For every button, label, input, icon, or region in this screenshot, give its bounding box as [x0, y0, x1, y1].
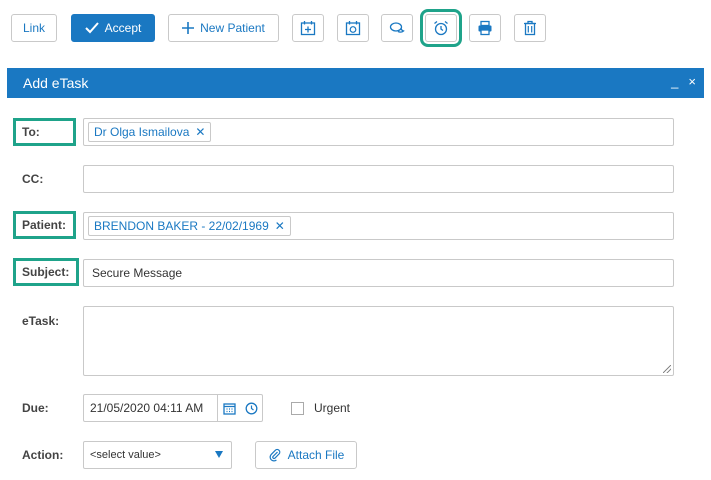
to-label-text: To: — [22, 125, 40, 139]
chat-button[interactable] — [381, 14, 413, 42]
dropdown-arrow-icon — [215, 451, 223, 458]
attach-file-button[interactable]: Attach File — [255, 441, 357, 469]
subject-label-text: Subject: — [22, 265, 70, 279]
etask-textarea[interactable] — [83, 306, 674, 376]
accept-button[interactable]: Accept — [71, 14, 155, 42]
due-value[interactable]: 21/05/2020 04:11 AM — [84, 395, 218, 421]
calendar-add-icon — [300, 21, 316, 36]
printer-icon — [478, 20, 492, 36]
alarm-clock-icon — [434, 20, 448, 36]
close-button[interactable]: × — [688, 74, 696, 89]
new-patient-button[interactable]: New Patient — [168, 14, 279, 42]
subject-value: Secure Message — [92, 266, 183, 280]
trash-icon — [524, 20, 536, 36]
calendar-recurring-icon — [345, 21, 361, 36]
patient-label: Patient: — [13, 211, 76, 239]
plus-icon — [182, 22, 195, 34]
add-appointment-button[interactable] — [292, 14, 324, 42]
to-field[interactable]: Dr Olga Ismailova ✕ — [83, 118, 674, 146]
link-label: Link — [22, 21, 45, 35]
recipient-tag: Dr Olga Ismailova ✕ — [88, 122, 212, 142]
time-button[interactable] — [240, 402, 262, 415]
chat-icon — [389, 22, 405, 33]
cc-label: CC: — [22, 172, 44, 186]
reminder-button[interactable] — [420, 9, 462, 47]
toolbar: Link Accept New Patient — [0, 0, 711, 60]
patient-field[interactable]: BRENDON BAKER - 22/02/1969 ✕ — [83, 212, 674, 240]
accept-label: Accept — [104, 21, 142, 35]
minimize-button[interactable]: _ — [671, 74, 678, 89]
panel-title: Add eTask — [23, 75, 89, 91]
remove-patient-icon[interactable]: ✕ — [275, 219, 285, 233]
resize-handle[interactable] — [663, 365, 671, 373]
action-label: Action: — [22, 448, 64, 462]
panel-header: Add eTask _ × — [7, 68, 704, 98]
recipient-name: Dr Olga Ismailova — [94, 125, 190, 139]
delete-button[interactable] — [514, 14, 546, 42]
action-select-value: <select value> — [90, 449, 161, 461]
calendar-button[interactable] — [218, 402, 240, 415]
etask-label: eTask: — [22, 314, 60, 328]
link-button[interactable]: Link — [11, 14, 57, 42]
due-datetime-picker[interactable]: 21/05/2020 04:11 AM — [83, 394, 263, 422]
clock-icon — [245, 402, 257, 414]
action-select[interactable]: <select value> — [83, 441, 232, 469]
urgent-option: Urgent — [291, 401, 350, 415]
urgent-label: Urgent — [314, 401, 351, 415]
subject-label: Subject: — [13, 258, 79, 286]
subject-input[interactable]: Secure Message — [83, 259, 674, 287]
check-icon — [84, 22, 99, 34]
remove-recipient-icon[interactable]: ✕ — [195, 125, 205, 139]
new-patient-label: New Patient — [200, 21, 265, 35]
print-button[interactable] — [469, 14, 501, 42]
patient-label-text: Patient: — [22, 218, 67, 232]
calendar-icon — [222, 402, 236, 415]
patient-tag: BRENDON BAKER - 22/02/1969 ✕ — [88, 216, 291, 236]
cc-field[interactable] — [83, 165, 674, 193]
urgent-checkbox[interactable] — [291, 401, 304, 415]
to-label: To: — [13, 118, 76, 146]
recurring-appointment-button[interactable] — [337, 14, 369, 42]
patient-name: BRENDON BAKER - 22/02/1969 — [94, 219, 269, 233]
attach-file-label: Attach File — [287, 448, 345, 462]
paperclip-icon — [269, 448, 280, 462]
due-label: Due: — [22, 401, 49, 415]
